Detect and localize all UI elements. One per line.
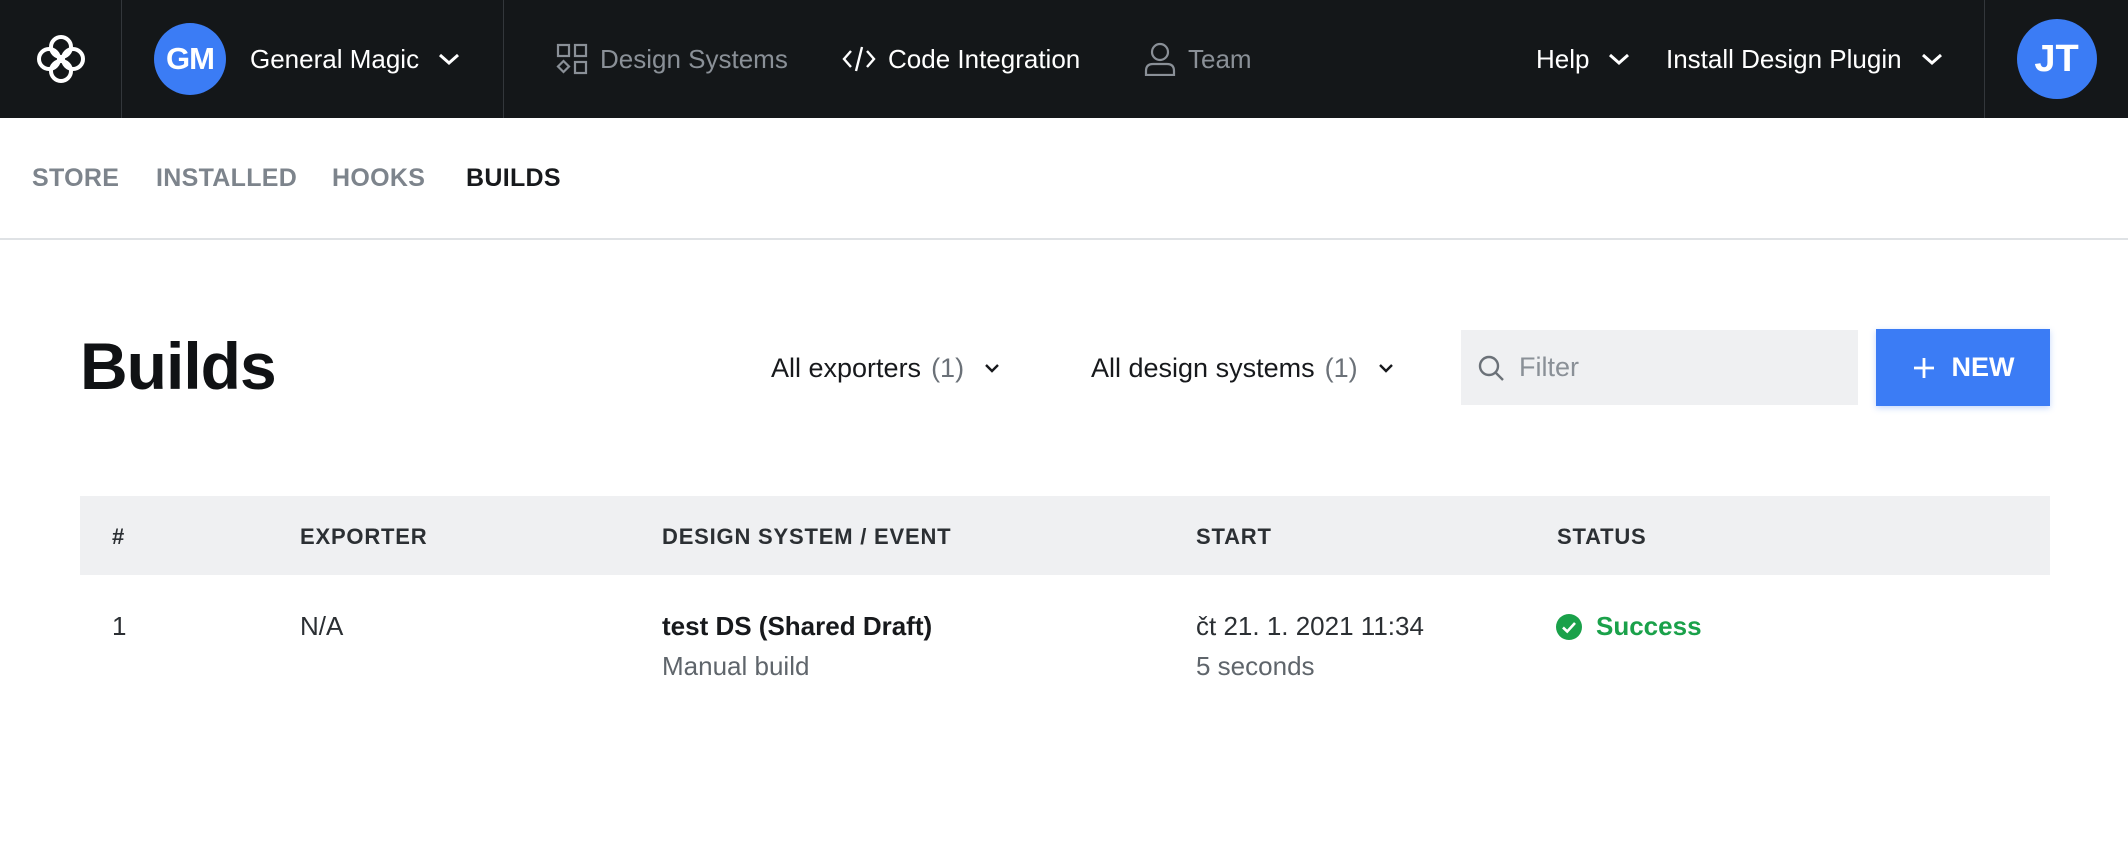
install-plugin-menu[interactable]: Install Design Plugin (1666, 0, 1944, 118)
column-header-design-system[interactable]: DESIGN SYSTEM / EVENT (662, 524, 951, 550)
code-icon (842, 46, 876, 72)
column-header-exporter[interactable]: EXPORTER (300, 524, 427, 550)
install-plugin-label: Install Design Plugin (1666, 43, 1902, 74)
tab-hooks[interactable]: HOOKS (332, 164, 425, 193)
status-label: Success (1596, 611, 1702, 641)
workspace-name: General Magic (250, 43, 420, 74)
design-systems-count: (1) (1324, 352, 1358, 383)
column-header-number[interactable]: # (112, 524, 125, 550)
build-duration: 5 seconds (1196, 651, 1315, 681)
tab-builds[interactable]: BUILDS (466, 164, 561, 193)
nav-label: Design Systems (600, 43, 788, 74)
chevron-down-icon (437, 51, 461, 67)
workspace-avatar: GM (154, 23, 226, 95)
check-circle-icon (1556, 613, 1582, 640)
page-title: Builds (80, 329, 277, 403)
design-systems-dropdown-label: All design systems (1091, 352, 1315, 383)
nav-label: Code Integration (888, 43, 1081, 74)
logo-icon (36, 35, 85, 83)
nav-design-systems[interactable]: Design Systems (556, 0, 788, 118)
app-logo[interactable] (0, 0, 122, 118)
user-menu[interactable]: JT (1984, 0, 2128, 118)
column-header-start[interactable]: START (1196, 524, 1272, 550)
person-icon (1144, 42, 1176, 76)
filter-box (1461, 330, 1858, 405)
build-event: Manual build (662, 651, 810, 681)
exporters-dropdown-label: All exporters (771, 352, 922, 383)
nav-label: Team (1188, 43, 1252, 74)
design-systems-dropdown[interactable]: All design systems (1) (1091, 348, 1394, 388)
sub-navigation-tabs: STORE INSTALLED HOOKS BUILDS (0, 118, 2128, 240)
help-menu[interactable]: Help (1536, 0, 1631, 118)
chevron-down-icon (1920, 51, 1944, 67)
exporters-dropdown[interactable]: All exporters (1) (771, 348, 1000, 388)
chevron-down-icon (1378, 362, 1394, 374)
exporters-count: (1) (931, 352, 965, 383)
shapes-icon (556, 43, 588, 75)
plus-icon (1913, 357, 1934, 378)
table-header: # EXPORTER DESIGN SYSTEM / EVENT START S… (80, 496, 2050, 575)
build-design-system: test DS (Shared Draft) (662, 611, 933, 641)
status-badge: Success (1556, 611, 1702, 642)
top-navigation-bar: GM General Magic Design Systems Code Int… (0, 0, 2128, 118)
workspace-switcher[interactable]: GM General Magic (122, 0, 504, 118)
help-label: Help (1536, 43, 1590, 74)
tab-installed[interactable]: INSTALLED (156, 164, 297, 193)
filter-input[interactable] (1519, 352, 1839, 383)
search-icon (1478, 355, 1504, 381)
new-build-button[interactable]: NEW (1876, 329, 2050, 406)
build-start-time: čt 21. 1. 2021 11:34 (1196, 611, 1424, 641)
table-row[interactable]: 1 N/A test DS (Shared Draft) Manual buil… (80, 575, 2050, 695)
tab-store[interactable]: STORE (32, 164, 119, 193)
build-number: 1 (112, 611, 127, 641)
column-header-status[interactable]: STATUS (1557, 524, 1647, 550)
new-button-label: NEW (1951, 352, 2015, 382)
chevron-down-icon (1607, 51, 1631, 67)
chevron-down-icon (984, 362, 1000, 374)
nav-team[interactable]: Team (1144, 0, 1252, 118)
build-exporter: N/A (300, 611, 344, 641)
user-avatar: JT (2016, 19, 2097, 99)
nav-code-integration[interactable]: Code Integration (842, 0, 1080, 118)
